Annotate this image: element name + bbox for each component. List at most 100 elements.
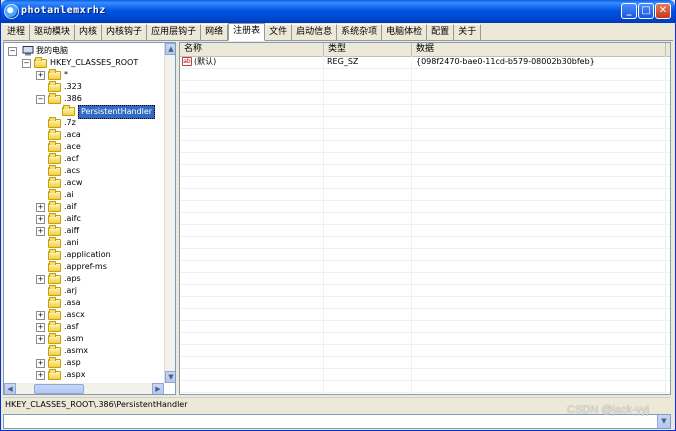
tree-item-label: .asm — [64, 334, 84, 343]
folder-icon — [48, 201, 61, 212]
column-header-data[interactable]: 数据 — [412, 43, 666, 56]
close-button[interactable]: ✕ — [655, 3, 671, 19]
tree-item-label: .asa — [64, 298, 81, 307]
tree-item-label: .aps — [64, 274, 81, 283]
tab-8[interactable]: 启动信息 — [292, 24, 338, 40]
tree-item-label: .application — [64, 250, 111, 259]
tree-horizontal-scrollbar[interactable]: ◀ ▶ — [4, 383, 164, 394]
list-header: 名称 类型 数据 — [180, 43, 670, 57]
tree-item-label: .aifc — [64, 214, 81, 223]
tree-root-label: 我的电脑 — [36, 46, 68, 55]
tab-9[interactable]: 系统杂项 — [337, 24, 383, 40]
collapse-icon[interactable]: − — [22, 59, 31, 68]
registry-values-list[interactable]: 名称 类型 数据 ab (默认) REG_SZ {098f2470-bae0-11cd… — [179, 42, 671, 395]
registry-window: photanlemxrhz _ □ ✕ 进程 驱动模块 内核 内核钩子 应用层钩子 网络注… — [0, 0, 676, 431]
tab-3[interactable]: 内核钩子 — [102, 24, 148, 40]
folder-icon — [34, 57, 47, 68]
folder-icon — [48, 357, 61, 368]
column-header-type[interactable]: 类型 — [324, 43, 412, 56]
horizontal-scroll-thumb[interactable] — [34, 384, 84, 394]
expand-icon[interactable]: + — [36, 215, 45, 224]
expand-icon[interactable]: + — [36, 71, 45, 80]
expand-icon[interactable]: + — [36, 371, 45, 380]
folder-icon — [48, 333, 61, 344]
list-row[interactable] — [180, 380, 670, 393]
tree-item-label: .asmx — [64, 346, 89, 355]
folder-icon — [48, 153, 61, 164]
tree-item-label: .arj — [64, 286, 77, 295]
folder-icon — [62, 105, 75, 116]
scroll-down-button[interactable]: ▼ — [165, 371, 175, 383]
expand-icon[interactable]: + — [36, 311, 45, 320]
folder-icon — [48, 369, 61, 380]
tree-item-label: .ai — [64, 190, 74, 199]
tree-item-label: .ace — [64, 142, 81, 151]
maximize-button[interactable]: □ — [638, 3, 654, 19]
scroll-right-button[interactable]: ▶ — [152, 383, 164, 394]
tree-item-label: .appref-ms — [64, 262, 107, 271]
folder-icon — [48, 345, 61, 356]
tab-7[interactable]: 文件 — [265, 24, 293, 40]
window-title: photanlemxrhz — [21, 5, 106, 16]
expand-icon[interactable]: + — [36, 275, 45, 284]
path-combobox[interactable]: ▼ — [3, 414, 671, 429]
tab-4[interactable]: 应用层钩子 — [147, 24, 202, 40]
watermark: CSDN @jack-yyj — [567, 404, 650, 416]
tab-2[interactable]: 内核 — [75, 24, 103, 40]
tree-item-label: .ani — [64, 238, 79, 247]
folder-icon — [48, 297, 61, 308]
tab-6[interactable]: 注册表 — [228, 23, 266, 41]
tab-10[interactable]: 电脑体检 — [382, 24, 428, 40]
tab-1[interactable]: 驱动模块 — [30, 24, 76, 40]
app-icon — [4, 4, 19, 19]
tree-item-label: .ascx — [64, 310, 85, 319]
cell-type: REG_SZ — [327, 57, 359, 66]
tree-item-label: .386 — [64, 94, 82, 103]
registry-tree[interactable]: − 我的电脑 − HKEY_CLASSES_ROOT ▲ ▼ ◀ ▶ + * .32… — [3, 42, 176, 395]
scroll-up-button[interactable]: ▲ — [165, 43, 175, 55]
title-bar[interactable]: photanlemxrhz _ □ ✕ — [1, 0, 675, 23]
folder-icon — [48, 249, 61, 260]
tree-item-label: .acs — [64, 166, 81, 175]
main-tabs: 进程 驱动模块 内核 内核钩子 应用层钩子 网络 注册表 文件 启动信息 系统杂项 电脑体检 配置 关于 — [3, 23, 673, 41]
tab-11[interactable]: 配置 — [427, 24, 455, 40]
minimize-button[interactable]: _ — [621, 3, 637, 19]
collapse-icon[interactable]: − — [8, 47, 17, 56]
expand-icon[interactable]: + — [36, 323, 45, 332]
folder-icon — [48, 81, 61, 92]
folder-icon — [48, 237, 61, 248]
tab-0[interactable]: 进程 — [3, 24, 31, 40]
expand-icon[interactable]: + — [36, 227, 45, 236]
folder-icon — [48, 261, 61, 272]
tree-item-label: .7z — [64, 118, 76, 127]
collapse-icon[interactable]: − — [36, 95, 45, 104]
column-header-name[interactable]: 名称 — [180, 43, 324, 56]
folder-icon — [48, 117, 61, 128]
folder-icon — [48, 93, 61, 104]
tree-item-label: .aspx — [64, 370, 86, 379]
tree-hive-label: HKEY_CLASSES_ROOT — [50, 58, 139, 67]
combo-dropdown-button[interactable]: ▼ — [657, 415, 670, 428]
expand-icon[interactable]: + — [36, 203, 45, 212]
tree-item-label: .aca — [64, 130, 81, 139]
tree-item-label: .aiff — [64, 226, 80, 235]
folder-icon — [48, 189, 61, 200]
tree-item-label: PersistentHandler — [78, 105, 156, 119]
expand-icon[interactable]: + — [36, 359, 45, 368]
folder-icon — [48, 165, 61, 176]
cell-data: {098f2470-bae0-11cd-b579-08002b30bfeb} — [416, 57, 595, 66]
folder-icon — [48, 225, 61, 236]
string-value-icon: ab — [182, 57, 192, 66]
tree-vertical-scrollbar[interactable]: ▲ ▼ — [164, 43, 175, 383]
tree-item-label: .asf — [64, 322, 79, 331]
scroll-left-button[interactable]: ◀ — [4, 383, 16, 394]
expand-icon[interactable]: + — [36, 335, 45, 344]
folder-icon — [48, 285, 61, 296]
folder-icon — [48, 141, 61, 152]
computer-icon — [22, 46, 34, 56]
folder-icon — [48, 213, 61, 224]
tab-12[interactable]: 关于 — [454, 24, 482, 40]
tree-item-label: .acw — [64, 178, 83, 187]
tab-5[interactable]: 网络 — [201, 24, 229, 40]
tree-item-label: * — [64, 70, 68, 79]
